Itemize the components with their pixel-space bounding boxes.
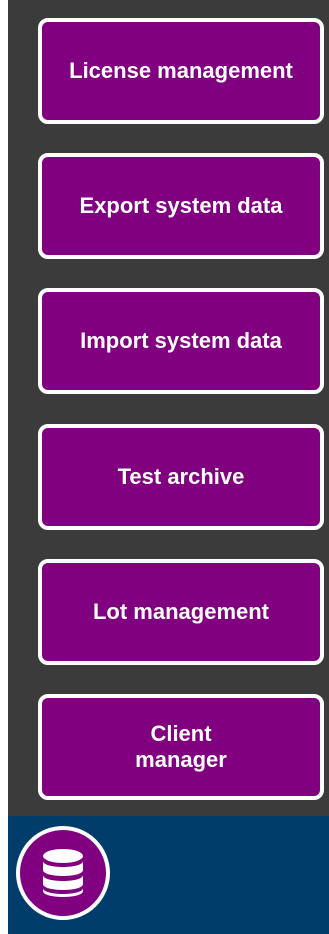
side-menu-panel: License management Export system data Im… [8,0,329,816]
license-management-button[interactable]: License management [38,18,324,124]
footer-bar [8,816,329,934]
lot-management-button[interactable]: Lot management [38,559,324,665]
database-icon [43,849,83,897]
export-system-data-button[interactable]: Export system data [38,153,324,259]
client-manager-button[interactable]: Client manager [38,694,324,800]
database-button[interactable] [16,826,110,920]
test-archive-button[interactable]: Test archive [38,424,324,530]
import-system-data-button[interactable]: Import system data [38,288,324,394]
